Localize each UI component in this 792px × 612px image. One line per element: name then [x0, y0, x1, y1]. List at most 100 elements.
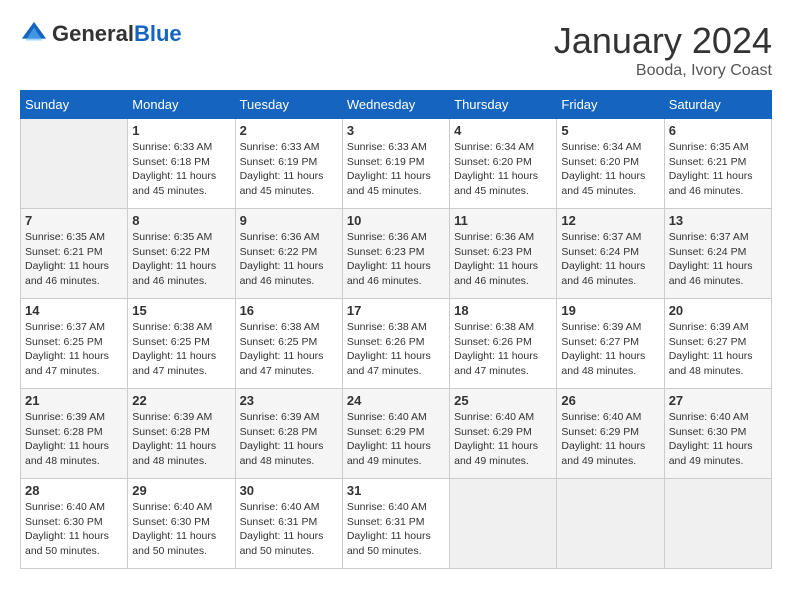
calendar-row-4: 21Sunrise: 6:39 AMSunset: 6:28 PMDayligh…	[21, 389, 772, 479]
calendar-row-1: 1Sunrise: 6:33 AMSunset: 6:18 PMDaylight…	[21, 119, 772, 209]
calendar-cell: 27 Sunrise: 6:40 AMSunset: 6:30 PMDayligh…	[664, 389, 771, 479]
header-cell-sunday: Sunday	[21, 91, 128, 119]
calendar-cell: 10 Sunrise: 6:36 AMSunset: 6:23 PMDayligh…	[342, 209, 449, 299]
calendar-cell: 22Sunrise: 6:39 AMSunset: 6:28 PMDayligh…	[128, 389, 235, 479]
calendar-row-3: 14 Sunrise: 6:37 AMSunset: 6:25 PMDayligh…	[21, 299, 772, 389]
calendar-row-5: 28 Sunrise: 6:40 AMSunset: 6:30 PMDayligh…	[21, 479, 772, 569]
day-info: Sunrise: 6:40 AMSunset: 6:30 PMDaylight:…	[669, 410, 767, 469]
day-number: 31	[347, 483, 445, 498]
day-info: Sunrise: 6:36 AMSunset: 6:23 PMDaylight:…	[347, 230, 445, 289]
day-number: 17	[347, 303, 445, 318]
calendar-cell: 2 Sunrise: 6:33 AMSunset: 6:19 PMDaylight…	[235, 119, 342, 209]
calendar-cell: 1Sunrise: 6:33 AMSunset: 6:18 PMDaylight…	[128, 119, 235, 209]
calendar-cell: 31 Sunrise: 6:40 AMSunset: 6:31 PMDayligh…	[342, 479, 449, 569]
day-number: 19	[561, 303, 659, 318]
day-info: Sunrise: 6:37 AMSunset: 6:25 PMDaylight:…	[25, 320, 123, 379]
calendar-cell	[557, 479, 664, 569]
day-info: Sunrise: 6:38 AMSunset: 6:25 PMDaylight:…	[240, 320, 338, 379]
header-cell-friday: Friday	[557, 91, 664, 119]
day-info: Sunrise: 6:35 AMSunset: 6:21 PMDaylight:…	[669, 140, 767, 199]
calendar-row-2: 7 Sunrise: 6:35 AMSunset: 6:21 PMDaylight…	[21, 209, 772, 299]
calendar-cell: 4 Sunrise: 6:34 AMSunset: 6:20 PMDaylight…	[450, 119, 557, 209]
header-cell-tuesday: Tuesday	[235, 91, 342, 119]
day-info: Sunrise: 6:37 AMSunset: 6:24 PMDaylight:…	[669, 230, 767, 289]
day-number: 28	[25, 483, 123, 498]
logo-icon	[20, 20, 48, 48]
day-info: Sunrise: 6:40 AMSunset: 6:31 PMDaylight:…	[240, 500, 338, 559]
day-info: Sunrise: 6:34 AMSunset: 6:20 PMDaylight:…	[561, 140, 659, 199]
calendar-cell: 6Sunrise: 6:35 AMSunset: 6:21 PMDaylight…	[664, 119, 771, 209]
day-info: Sunrise: 6:35 AMSunset: 6:22 PMDaylight:…	[132, 230, 230, 289]
calendar-table: SundayMondayTuesdayWednesdayThursdayFrid…	[20, 90, 772, 569]
calendar-header: SundayMondayTuesdayWednesdayThursdayFrid…	[21, 91, 772, 119]
day-info: Sunrise: 6:40 AMSunset: 6:29 PMDaylight:…	[454, 410, 552, 469]
calendar-cell	[450, 479, 557, 569]
day-number: 24	[347, 393, 445, 408]
day-number: 9	[240, 213, 338, 228]
day-number: 12	[561, 213, 659, 228]
calendar-cell: 11Sunrise: 6:36 AMSunset: 6:23 PMDayligh…	[450, 209, 557, 299]
header-cell-saturday: Saturday	[664, 91, 771, 119]
day-info: Sunrise: 6:33 AMSunset: 6:19 PMDaylight:…	[240, 140, 338, 199]
day-number: 3	[347, 123, 445, 138]
day-number: 30	[240, 483, 338, 498]
calendar-cell: 29 Sunrise: 6:40 AMSunset: 6:30 PMDayligh…	[128, 479, 235, 569]
day-info: Sunrise: 6:34 AMSunset: 6:20 PMDaylight:…	[454, 140, 552, 199]
calendar-cell: 23Sunrise: 6:39 AMSunset: 6:28 PMDayligh…	[235, 389, 342, 479]
calendar-cell: 5Sunrise: 6:34 AMSunset: 6:20 PMDaylight…	[557, 119, 664, 209]
day-number: 26	[561, 393, 659, 408]
day-number: 29	[132, 483, 230, 498]
day-number: 27	[669, 393, 767, 408]
day-info: Sunrise: 6:40 AMSunset: 6:30 PMDaylight:…	[132, 500, 230, 559]
day-info: Sunrise: 6:40 AMSunset: 6:31 PMDaylight:…	[347, 500, 445, 559]
logo: GeneralBlue	[20, 20, 182, 48]
calendar-cell: 30 Sunrise: 6:40 AMSunset: 6:31 PMDayligh…	[235, 479, 342, 569]
day-number: 25	[454, 393, 552, 408]
day-number: 13	[669, 213, 767, 228]
day-number: 14	[25, 303, 123, 318]
calendar-cell: 28 Sunrise: 6:40 AMSunset: 6:30 PMDayligh…	[21, 479, 128, 569]
calendar-cell: 13 Sunrise: 6:37 AMSunset: 6:24 PMDayligh…	[664, 209, 771, 299]
calendar-cell	[664, 479, 771, 569]
calendar-cell: 20Sunrise: 6:39 AMSunset: 6:27 PMDayligh…	[664, 299, 771, 389]
calendar-cell: 19 Sunrise: 6:39 AMSunset: 6:27 PMDayligh…	[557, 299, 664, 389]
calendar-subtitle: Booda, Ivory Coast	[554, 62, 772, 80]
calendar-cell	[21, 119, 128, 209]
calendar-body: 1Sunrise: 6:33 AMSunset: 6:18 PMDaylight…	[21, 119, 772, 569]
calendar-cell: 15Sunrise: 6:38 AMSunset: 6:25 PMDayligh…	[128, 299, 235, 389]
calendar-cell: 18 Sunrise: 6:38 AMSunset: 6:26 PMDayligh…	[450, 299, 557, 389]
calendar-cell: 17 Sunrise: 6:38 AMSunset: 6:26 PMDayligh…	[342, 299, 449, 389]
day-number: 16	[240, 303, 338, 318]
day-info: Sunrise: 6:39 AMSunset: 6:28 PMDaylight:…	[240, 410, 338, 469]
calendar-title: January 2024	[554, 20, 772, 62]
day-info: Sunrise: 6:40 AMSunset: 6:30 PMDaylight:…	[25, 500, 123, 559]
day-info: Sunrise: 6:38 AMSunset: 6:26 PMDaylight:…	[454, 320, 552, 379]
day-number: 4	[454, 123, 552, 138]
day-info: Sunrise: 6:39 AMSunset: 6:27 PMDaylight:…	[561, 320, 659, 379]
calendar-cell: 8 Sunrise: 6:35 AMSunset: 6:22 PMDaylight…	[128, 209, 235, 299]
day-info: Sunrise: 6:36 AMSunset: 6:23 PMDaylight:…	[454, 230, 552, 289]
day-info: Sunrise: 6:33 AMSunset: 6:19 PMDaylight:…	[347, 140, 445, 199]
calendar-cell: 9 Sunrise: 6:36 AMSunset: 6:22 PMDaylight…	[235, 209, 342, 299]
day-info: Sunrise: 6:38 AMSunset: 6:26 PMDaylight:…	[347, 320, 445, 379]
day-info: Sunrise: 6:36 AMSunset: 6:22 PMDaylight:…	[240, 230, 338, 289]
header-cell-thursday: Thursday	[450, 91, 557, 119]
title-block: January 2024 Booda, Ivory Coast	[554, 20, 772, 80]
day-number: 7	[25, 213, 123, 228]
day-number: 18	[454, 303, 552, 318]
calendar-cell: 3 Sunrise: 6:33 AMSunset: 6:19 PMDaylight…	[342, 119, 449, 209]
day-info: Sunrise: 6:38 AMSunset: 6:25 PMDaylight:…	[132, 320, 230, 379]
page-header: GeneralBlue January 2024 Booda, Ivory Co…	[20, 20, 772, 80]
calendar-cell: 26 Sunrise: 6:40 AMSunset: 6:29 PMDayligh…	[557, 389, 664, 479]
day-number: 20	[669, 303, 767, 318]
calendar-cell: 14 Sunrise: 6:37 AMSunset: 6:25 PMDayligh…	[21, 299, 128, 389]
day-info: Sunrise: 6:33 AMSunset: 6:18 PMDaylight:…	[132, 140, 230, 199]
day-number: 8	[132, 213, 230, 228]
day-number: 2	[240, 123, 338, 138]
day-number: 10	[347, 213, 445, 228]
calendar-cell: 12Sunrise: 6:37 AMSunset: 6:24 PMDayligh…	[557, 209, 664, 299]
day-info: Sunrise: 6:35 AMSunset: 6:21 PMDaylight:…	[25, 230, 123, 289]
day-info: Sunrise: 6:40 AMSunset: 6:29 PMDaylight:…	[561, 410, 659, 469]
day-info: Sunrise: 6:39 AMSunset: 6:28 PMDaylight:…	[132, 410, 230, 469]
header-cell-monday: Monday	[128, 91, 235, 119]
